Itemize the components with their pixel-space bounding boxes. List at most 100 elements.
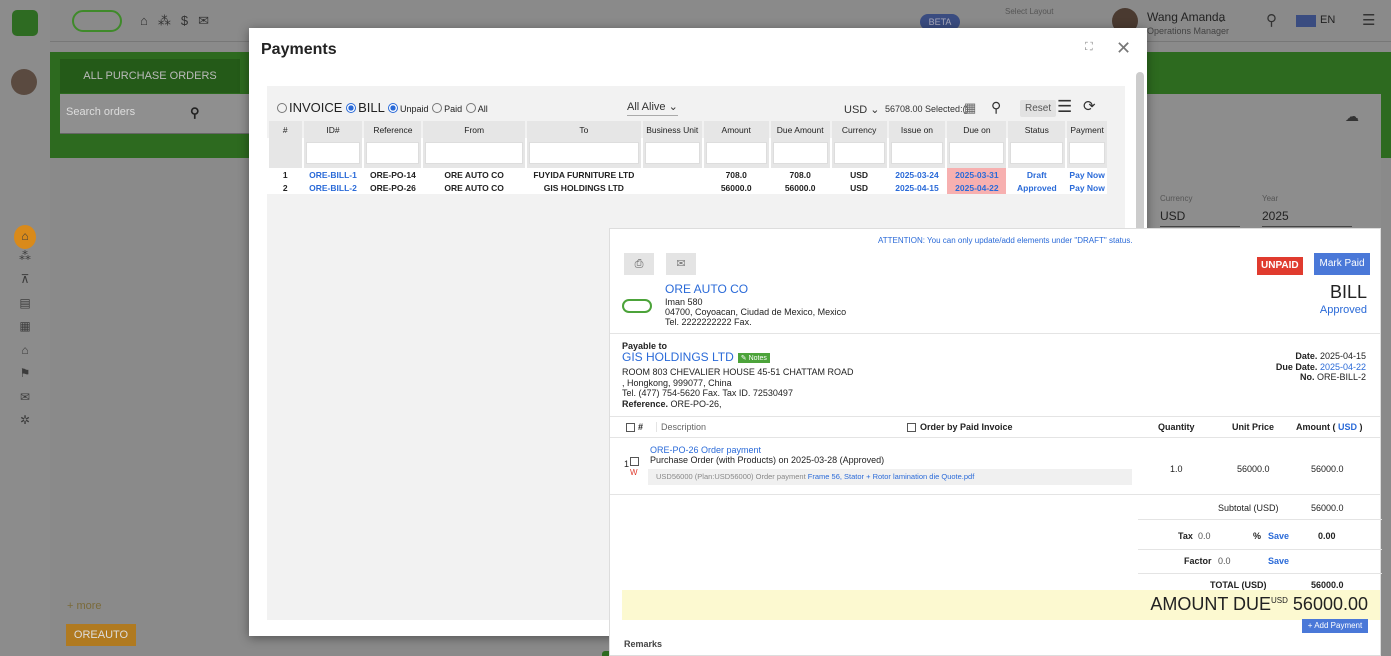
cell-status[interactable]: Approved: [1006, 181, 1067, 194]
radio-unpaid[interactable]: [387, 102, 398, 113]
print-icon[interactable]: ⎙: [624, 253, 654, 275]
column-header[interactable]: #: [267, 121, 303, 138]
payee-name[interactable]: GIS HOLDINGS LTD: [622, 350, 734, 364]
filter-input[interactable]: [705, 142, 767, 164]
filter-input[interactable]: [833, 142, 885, 164]
column-header[interactable]: Currency: [829, 121, 888, 138]
cell-issue[interactable]: 2025-03-24: [886, 168, 947, 181]
cell-id[interactable]: ORE-BILL-1: [301, 168, 364, 181]
mail-icon[interactable]: ✉: [666, 253, 696, 275]
table-row[interactable]: 1 ORE-BILL-1 ORE-PO-14 ORE AUTO CO FUYIDA FU…: [267, 168, 1107, 181]
table-row[interactable]: 2 ORE-BILL-2 ORE-PO-26 ORE AUTO CO GIS HOLDI…: [267, 181, 1107, 194]
filter-input[interactable]: [949, 142, 1005, 164]
more-link[interactable]: + more: [67, 600, 102, 612]
search-orders[interactable]: Search orders ⚲: [60, 94, 250, 134]
search-icon[interactable]: ⚲: [1266, 11, 1277, 29]
cart-icon[interactable]: ⊼: [0, 272, 50, 296]
company-tag[interactable]: OREAUTO: [66, 624, 136, 646]
document-icon[interactable]: ▤: [0, 296, 50, 320]
tab-all-purchase-orders[interactable]: ALL PURCHASE ORDERS: [60, 59, 240, 93]
flag-icon[interactable]: [1296, 15, 1316, 27]
tax-input[interactable]: 0.0: [1198, 531, 1211, 541]
company-name[interactable]: ORE AUTO CO: [665, 282, 748, 296]
mark-paid-button[interactable]: Mark Paid: [1314, 253, 1370, 275]
cloud-icon[interactable]: ☁: [1345, 108, 1359, 125]
currency-select[interactable]: USD ⌄: [844, 103, 880, 116]
top-nav-icons[interactable]: ⌂⁂$✉: [140, 13, 219, 29]
tax-save-button[interactable]: Save: [1268, 531, 1289, 541]
filter-input[interactable]: [366, 142, 420, 164]
order-by-paid-checkbox[interactable]: [907, 423, 916, 432]
column-header[interactable]: Business Unit: [640, 121, 703, 138]
filter-input[interactable]: [644, 142, 700, 164]
expand-icon[interactable]: ⛶: [1085, 41, 1093, 54]
close-icon[interactable]: ✕: [1116, 38, 1131, 59]
column-header[interactable]: Due on: [945, 121, 1008, 138]
selected-summary: 56708.00 Selected:(): [885, 104, 969, 114]
line-amount: 56000.0: [1311, 464, 1344, 474]
calendar-icon[interactable]: ▦: [0, 319, 50, 343]
filter-input[interactable]: [1010, 142, 1064, 164]
chevron-down-icon[interactable]: ⌄: [1217, 14, 1225, 25]
line-title[interactable]: ORE-PO-26 Order payment: [650, 445, 761, 455]
search-icon[interactable]: ⚲: [190, 105, 200, 121]
filter-input[interactable]: [425, 142, 523, 164]
search-input[interactable]: Search orders: [66, 106, 135, 118]
mail-icon[interactable]: ✉: [0, 390, 50, 414]
column-header[interactable]: Reference: [362, 121, 423, 138]
refresh-icon[interactable]: ⟳: [1083, 97, 1096, 115]
reference-value: ORE-PO-26,: [670, 398, 722, 409]
calendar-icon[interactable]: ▦: [964, 100, 976, 116]
cell-due-amount: 708.0: [768, 168, 831, 181]
column-header[interactable]: Issue on: [886, 121, 947, 138]
home-icon[interactable]: ⌂: [14, 225, 36, 249]
rail-avatar[interactable]: [11, 69, 37, 95]
radio-invoice[interactable]: [277, 102, 287, 113]
language-label[interactable]: EN: [1320, 14, 1335, 26]
menu-icon[interactable]: ☰: [1057, 97, 1072, 117]
column-header[interactable]: To: [524, 121, 642, 138]
radio-all[interactable]: [465, 102, 476, 113]
filter-input[interactable]: [305, 142, 361, 164]
app-logo[interactable]: [12, 10, 38, 36]
column-header[interactable]: From: [421, 121, 526, 138]
filter-input[interactable]: [1069, 142, 1105, 164]
attachment-link[interactable]: Frame 56, Stator + Rotor lamination die …: [808, 472, 975, 481]
settings-icon[interactable]: ✲: [0, 413, 50, 437]
cell-id[interactable]: ORE-BILL-2: [301, 181, 364, 194]
filter-input[interactable]: [890, 142, 944, 164]
filter-input[interactable]: [528, 142, 639, 164]
select-all-checkbox[interactable]: [626, 423, 635, 432]
column-header[interactable]: Amount: [701, 121, 770, 138]
search-icon[interactable]: ⚲: [991, 99, 1001, 116]
column-header[interactable]: Due Amount: [768, 121, 831, 138]
bill-detail-panel: ATTENTION: You can only update/add eleme…: [609, 228, 1382, 656]
bank-icon[interactable]: ⌂: [0, 343, 50, 367]
brand-car-logo[interactable]: [72, 10, 122, 32]
flag-icon[interactable]: ⚑: [0, 366, 50, 390]
alive-select[interactable]: All Alive ⌄: [627, 100, 678, 116]
filter-input[interactable]: [772, 142, 828, 164]
cell-payment[interactable]: Pay Now: [1065, 168, 1107, 181]
factor-input[interactable]: 0.0: [1218, 556, 1231, 566]
notes-button[interactable]: ✎ Notes: [737, 352, 770, 363]
cell-status[interactable]: Draft: [1006, 168, 1067, 181]
column-header[interactable]: Status: [1006, 121, 1067, 138]
network-icon[interactable]: ⁂: [0, 249, 50, 273]
select-layout-label[interactable]: Select Layout: [1005, 7, 1053, 16]
currency-select[interactable]: USD: [1160, 209, 1240, 227]
year-select[interactable]: 2025: [1262, 209, 1352, 227]
column-header[interactable]: Payment: [1065, 121, 1107, 138]
due-date-value[interactable]: 2025-04-22: [1320, 362, 1366, 372]
cell-issue[interactable]: 2025-04-15: [886, 181, 947, 194]
radio-bill[interactable]: [346, 102, 357, 113]
user-name[interactable]: Wang Amanda: [1147, 10, 1225, 24]
line-checkbox[interactable]: [630, 457, 639, 466]
reset-button[interactable]: Reset: [1020, 100, 1057, 117]
radio-paid[interactable]: [432, 102, 443, 113]
menu-icon[interactable]: ☰: [1362, 11, 1375, 29]
add-payment-button[interactable]: + Add Payment: [1302, 619, 1368, 633]
column-header[interactable]: ID#: [301, 121, 364, 138]
cell-payment[interactable]: Pay Now: [1065, 181, 1107, 194]
factor-save-button[interactable]: Save: [1268, 556, 1289, 566]
